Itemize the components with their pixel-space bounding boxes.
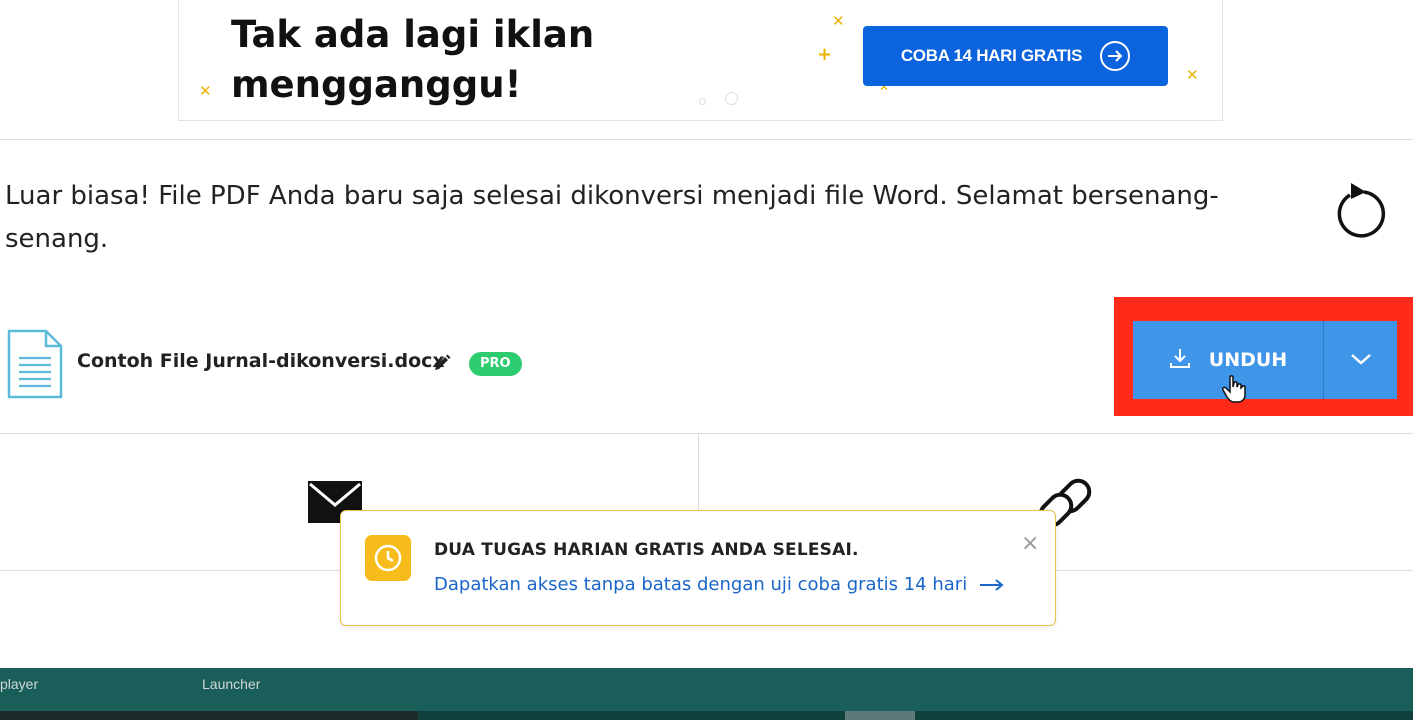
divider [0,433,1413,434]
toast-title: DUA TUGAS HARIAN GRATIS ANDA SELESAI. [434,540,859,560]
close-icon[interactable]: × [1021,531,1039,556]
taskbar-segment [845,711,915,720]
pencil-icon[interactable] [432,353,452,373]
decor-circle [699,98,706,105]
arrow-right-circle-icon [1100,41,1131,71]
sparkle-icon: + [817,44,833,65]
ad-headline: Tak ada lagi iklan mengganggu! [231,13,595,106]
download-label: UNDUH [1208,349,1288,371]
sparkle-icon: ✕ [1186,66,1199,84]
hand-cursor-icon [1222,375,1246,403]
download-icon [1169,347,1191,374]
trial-cta-button[interactable]: COBA 14 HARI GRATIS [863,26,1168,86]
sparkle-icon: ✕ [832,12,845,30]
restart-icon[interactable] [1330,181,1386,241]
taskbar-item-launcher[interactable]: Launcher [202,676,260,692]
download-button-group: UNDUH [1133,321,1397,399]
divider [0,139,1413,140]
download-options-button[interactable] [1324,321,1397,399]
trial-cta-label: COBA 14 HARI GRATIS [900,46,1083,65]
document-icon [6,328,64,400]
trial-link-text: Dapatkan akses tanpa batas dengan uji co… [434,574,968,595]
file-name: Contoh File Jurnal-dikonversi.docx [77,350,445,372]
daily-limit-toast: DUA TUGAS HARIAN GRATIS ANDA SELESAI. Da… [340,510,1056,626]
trial-link[interactable]: Dapatkan akses tanpa batas dengan uji co… [434,574,1005,595]
taskbar-item-player[interactable]: player [0,676,38,692]
arrow-right-icon [973,574,1005,595]
taskbar-segment [418,711,1413,720]
chevron-down-icon [1350,351,1372,370]
pro-badge: PRO [469,352,522,376]
sparkle-icon: ✕ [199,82,212,100]
decor-circle [725,92,738,105]
conversion-success-message: Luar biasa! File PDF Anda baru saja sele… [5,181,1219,254]
clock-icon [365,535,411,581]
ad-banner: Tak ada lagi iklan mengganggu! ✕ ✕ + ✕ ✕… [178,0,1223,121]
